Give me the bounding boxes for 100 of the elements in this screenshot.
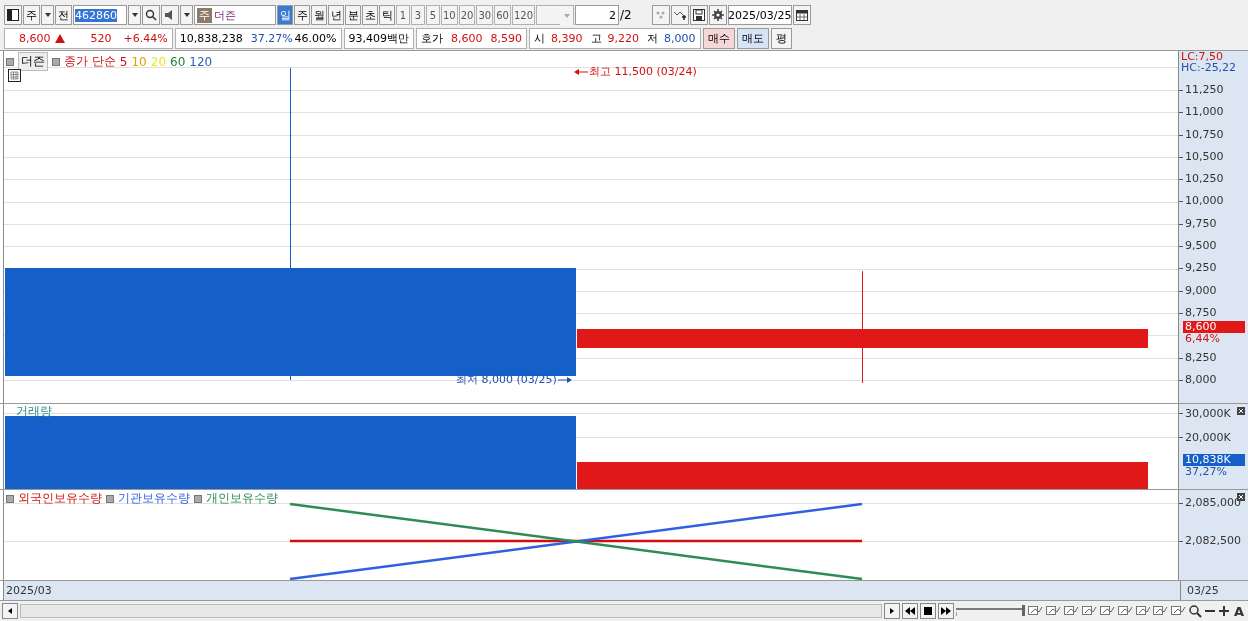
series-label: 개인보유수량 [206,490,278,507]
volume-percent: 37,27% [1184,466,1228,478]
interval-button[interactable]: 30 [476,5,494,25]
axis-label: 10,500 [1185,149,1224,163]
calendar-icon[interactable] [792,5,811,25]
fast-forward-icon[interactable] [937,603,954,619]
dropdown-icon[interactable] [180,5,193,25]
dots-icon[interactable] [651,5,670,25]
axis-label: 30,000K [1185,407,1231,420]
prev-button[interactable]: 전 [55,5,72,25]
axis-label: 8,750 [1185,305,1217,319]
axis-label: 8,250 [1185,350,1217,364]
period-tab[interactable]: 분 [345,5,361,25]
layout-icon[interactable] [4,5,22,25]
up-triangle-icon [54,33,65,43]
interval-button[interactable]: 10 [441,5,458,25]
font-button[interactable]: A [1231,603,1246,619]
scroll-left-icon[interactable] [2,603,18,619]
axis-label: 9,250 [1185,261,1217,275]
dropdown-icon[interactable] [128,5,141,25]
series-label: 기관보유수량 [118,490,190,507]
average-button[interactable]: 평 [770,27,792,49]
ma-label: 60 [170,54,186,69]
search-icon[interactable] [142,5,160,25]
arrow-icon [574,67,588,76]
stop-icon[interactable] [919,603,936,619]
settings-icon[interactable] [708,5,727,25]
ohlc-value: 9,220 [607,31,640,45]
dropdown-icon[interactable] [41,5,54,25]
close-icon[interactable] [1237,407,1245,415]
stock-name-field[interactable]: 주 더즌 [194,5,276,25]
date-label: 03/25 [1187,584,1219,597]
quote-label: 호가 [421,30,444,46]
interval-button[interactable]: 5 [426,5,440,25]
legend-label: 종가 단순 [64,53,116,70]
sell-button[interactable]: 매도 [736,27,769,49]
axis-label: 10,750 [1185,127,1224,141]
axis-label: 8,000 [1185,372,1217,386]
axis-label: 10,000 [1185,194,1224,208]
axis-label: 9,750 [1185,216,1217,230]
period-tab[interactable]: 주 [294,5,310,25]
axis-label: 2,085,000 [1185,496,1241,509]
toggle-icon[interactable] [6,494,14,503]
toggle-icon[interactable] [194,494,202,503]
line-add-icon[interactable] [670,5,689,25]
code-field[interactable]: 462860 [73,5,127,25]
arrow-icon [557,375,572,384]
period-tab[interactable]: 일 [277,5,293,25]
toggle-icon[interactable] [106,494,114,503]
axis-label: 9,500 [1185,239,1217,253]
bid-price: 8,590 [490,31,523,45]
volume-tag: 10,838K [1183,454,1245,466]
search-icon[interactable] [1188,604,1203,618]
current-price: 8,600 [19,31,51,45]
toggle-icon[interactable] [52,57,60,66]
axis-label: 11,250 [1185,83,1224,96]
turnover-ratio: 46.00% [294,31,337,45]
series-label: 외국인보유수량 [18,490,102,507]
page-field[interactable]: 2 [575,5,620,25]
period-tab[interactable]: 년 [328,5,344,25]
ohlc-label: 고 [590,30,602,46]
ohlc-label: 저 [647,30,659,46]
period-tab[interactable]: 초 [362,5,378,25]
play-icon[interactable] [884,603,900,619]
axis-label: 9,000 [1185,283,1217,297]
speaker-icon[interactable] [161,5,179,25]
ohlc-value: 8,390 [551,31,583,45]
change-percent: +6.44% [123,31,168,45]
stock-name-button[interactable]: 더즌 [18,52,48,71]
interval-button[interactable]: 20 [458,5,476,25]
interval-button[interactable]: 60 [494,5,511,25]
save-icon[interactable] [689,5,708,25]
buy-button[interactable]: 매수 [702,27,735,49]
zoom-in-icon[interactable] [1218,604,1230,618]
axis-label: 11,000 [1185,105,1224,119]
lc-label: LC:7,50 [1180,51,1224,62]
interval-button[interactable]: 120 [511,5,536,25]
ask-price: 8,600 [451,31,483,45]
rewind-icon[interactable] [901,603,918,619]
axis-label: 20,000K [1185,431,1231,444]
ma-label: 20 [150,54,167,69]
slider-thumb[interactable] [1021,605,1025,616]
zoom-slider[interactable] [955,604,1026,618]
date-field[interactable]: 2025/03/25 [727,5,792,25]
toggle-icon[interactable] [6,57,14,66]
interval-button[interactable]: 3 [411,5,425,25]
hc-label: HC:-25,22 [1180,62,1238,73]
ohlc-value: 8,000 [664,31,696,45]
volume-title: 거래량 [16,403,52,420]
volume-ratio: 37.27% [250,31,293,45]
ohlc-label: 시 [534,30,546,46]
period-tab[interactable]: 월 [311,5,327,25]
current-percent: 6,44% [1184,333,1221,345]
market-select[interactable]: 주 [23,5,40,25]
date-label: 2025/03 [6,584,52,597]
table-icon[interactable] [8,69,21,82]
period-tab[interactable]: 틱 [379,5,395,25]
ma-label: 5 [119,54,128,69]
low-note: 최저 8,000 (03/25) [456,372,557,387]
interval-button[interactable]: 1 [396,5,410,25]
